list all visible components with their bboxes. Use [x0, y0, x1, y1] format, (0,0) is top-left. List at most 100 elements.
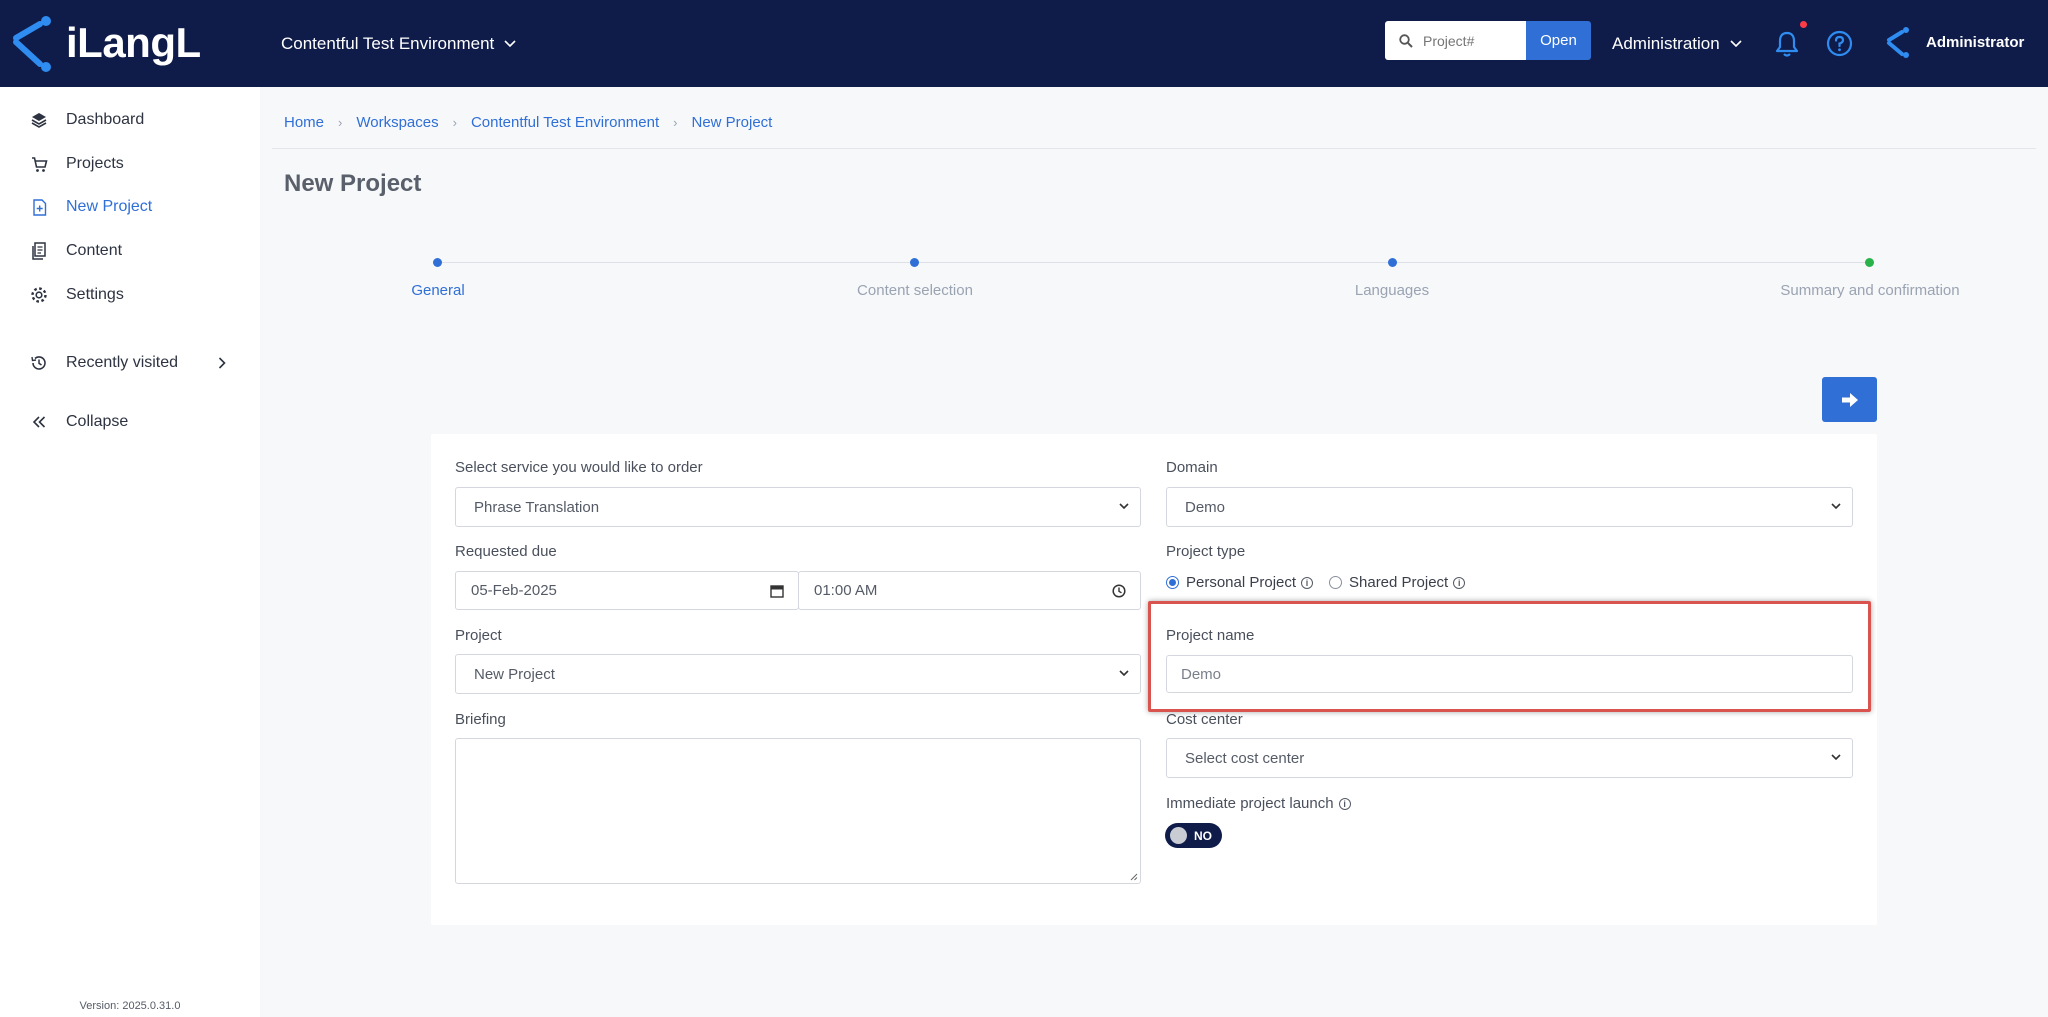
workspace-name: Contentful Test Environment — [281, 34, 495, 53]
sidebar-item-settings[interactable]: Settings — [0, 277, 260, 313]
sidebar-item-label: New Project — [66, 198, 153, 215]
resize-handle-icon[interactable] — [1129, 872, 1138, 881]
sidebar-collapse-button[interactable]: Collapse — [0, 404, 260, 440]
notification-badge — [1800, 21, 1807, 28]
clock-icon[interactable] — [1112, 584, 1126, 598]
chevron-right-icon — [218, 357, 226, 369]
sidebar-item-label: Dashboard — [66, 111, 145, 128]
open-project-button[interactable]: Open — [1526, 21, 1591, 60]
step-content-selection[interactable]: Content selection — [857, 282, 973, 299]
sidebar-item-label: Projects — [66, 155, 124, 172]
administration-menu[interactable]: Administration — [1612, 30, 1742, 58]
shared-project-label: Shared Project — [1349, 574, 1449, 591]
project-type-personal[interactable]: Personal Project i — [1166, 574, 1314, 591]
help-icon[interactable] — [1826, 30, 1853, 57]
sidebar: Dashboard Projects New Project Content S… — [0, 87, 260, 1017]
breadcrumb-workspaces[interactable]: Workspaces — [356, 114, 438, 131]
domain-label: Domain — [1166, 459, 1218, 476]
chevron-down-icon — [1831, 754, 1841, 761]
sidebar-item-content[interactable]: Content — [0, 233, 260, 269]
search-icon — [1399, 33, 1413, 48]
app-version: Version: 2025.0.31.0 — [79, 1000, 181, 1012]
sidebar-item-label: Content — [66, 242, 123, 259]
due-time-input[interactable]: 01:00 AM — [798, 571, 1141, 610]
sidebar-item-new-project[interactable]: New Project — [0, 189, 260, 225]
project-type-shared[interactable]: Shared Project i — [1329, 574, 1466, 591]
breadcrumb-separator-icon: › — [452, 114, 457, 130]
double-chevron-left-icon — [28, 411, 50, 433]
next-step-button[interactable] — [1822, 377, 1877, 422]
shared-project-radio[interactable] — [1329, 576, 1342, 589]
breadcrumb: Home › Workspaces › Contentful Test Envi… — [284, 112, 772, 132]
sidebar-item-projects[interactable]: Projects — [0, 146, 260, 182]
sidebar-item-dashboard[interactable]: Dashboard — [0, 102, 260, 138]
step-languages[interactable]: Languages — [1355, 282, 1429, 299]
immediate-launch-toggle[interactable]: NO — [1165, 823, 1222, 848]
domain-select[interactable]: Demo — [1166, 487, 1853, 527]
chevron-down-icon — [1831, 503, 1841, 510]
user-avatar-icon — [1887, 27, 1909, 58]
immediate-launch-label: Immediate project launch — [1166, 795, 1334, 812]
history-icon — [28, 352, 50, 374]
app-logo[interactable]: iLangL — [10, 12, 201, 74]
step-summary-confirmation[interactable]: Summary and confirmation — [1780, 282, 1959, 299]
due-date-input[interactable]: 05-Feb-2025 — [455, 571, 799, 610]
chevron-down-icon — [1119, 503, 1129, 510]
project-name-label: Project name — [1166, 627, 1255, 644]
toggle-knob — [1170, 827, 1187, 844]
logo-mark-icon — [13, 16, 51, 72]
project-label: Project — [455, 627, 502, 644]
project-type-label: Project type — [1166, 543, 1246, 560]
documents-icon — [28, 240, 50, 262]
immediate-launch-label-row: Immediate project launch i — [1166, 795, 1351, 812]
info-icon[interactable]: i — [1338, 797, 1351, 810]
layers-icon — [28, 109, 50, 131]
info-icon[interactable]: i — [1453, 576, 1466, 589]
service-select[interactable]: Phrase Translation — [455, 487, 1141, 527]
cost-center-label: Cost center — [1166, 711, 1243, 728]
service-value: Phrase Translation — [474, 498, 600, 516]
top-bar: iLangL Contentful Test Environment Open … — [0, 0, 2048, 87]
page-title: New Project — [284, 170, 422, 197]
service-label: Select service you would like to order — [455, 459, 703, 476]
step-dot-general — [433, 258, 442, 267]
personal-project-radio[interactable] — [1166, 576, 1179, 589]
toggle-state: NO — [1194, 828, 1212, 843]
info-icon[interactable]: i — [1301, 576, 1314, 589]
calendar-icon[interactable] — [770, 584, 784, 598]
gear-icon — [28, 284, 50, 306]
project-name-placeholder: Demo — [1181, 665, 1222, 683]
user-menu[interactable]: Administrator — [1886, 24, 2024, 60]
due-time-value: 01:00 AM — [814, 582, 878, 599]
project-search — [1385, 21, 1526, 60]
cost-center-select[interactable]: Select cost center — [1166, 738, 1853, 778]
notifications-bell-icon[interactable] — [1774, 30, 1800, 58]
breadcrumb-workspace[interactable]: Contentful Test Environment — [471, 114, 659, 131]
arrow-right-icon — [1841, 392, 1858, 407]
breadcrumb-separator-icon: › — [673, 114, 678, 130]
breadcrumb-home[interactable]: Home — [284, 114, 324, 131]
sidebar-item-recently-visited[interactable]: Recently visited — [0, 345, 260, 381]
logo-text: iLangL — [66, 19, 201, 66]
stepper-track — [438, 262, 1870, 263]
step-dot-summary — [1865, 258, 1874, 267]
domain-value: Demo — [1185, 498, 1226, 516]
cart-icon — [28, 153, 50, 175]
briefing-textarea[interactable] — [455, 738, 1141, 884]
step-general[interactable]: General — [411, 282, 464, 299]
sidebar-item-label: Settings — [66, 286, 124, 303]
workspace-switcher[interactable]: Contentful Test Environment — [281, 30, 516, 58]
project-select[interactable]: New Project — [455, 654, 1141, 694]
briefing-label: Briefing — [455, 711, 506, 728]
administration-label: Administration — [1612, 34, 1720, 53]
cost-center-value: Select cost center — [1185, 749, 1305, 767]
requested-due-label: Requested due — [455, 543, 557, 560]
project-name-input[interactable]: Demo — [1166, 655, 1853, 693]
user-name: Administrator — [1926, 33, 2025, 51]
due-date-value: 05-Feb-2025 — [471, 582, 557, 599]
project-number-input[interactable] — [1423, 32, 1519, 49]
chevron-down-icon — [1119, 670, 1129, 677]
new-file-icon — [28, 196, 50, 218]
step-dot-languages — [1388, 258, 1397, 267]
breadcrumb-current[interactable]: New Project — [691, 114, 772, 131]
